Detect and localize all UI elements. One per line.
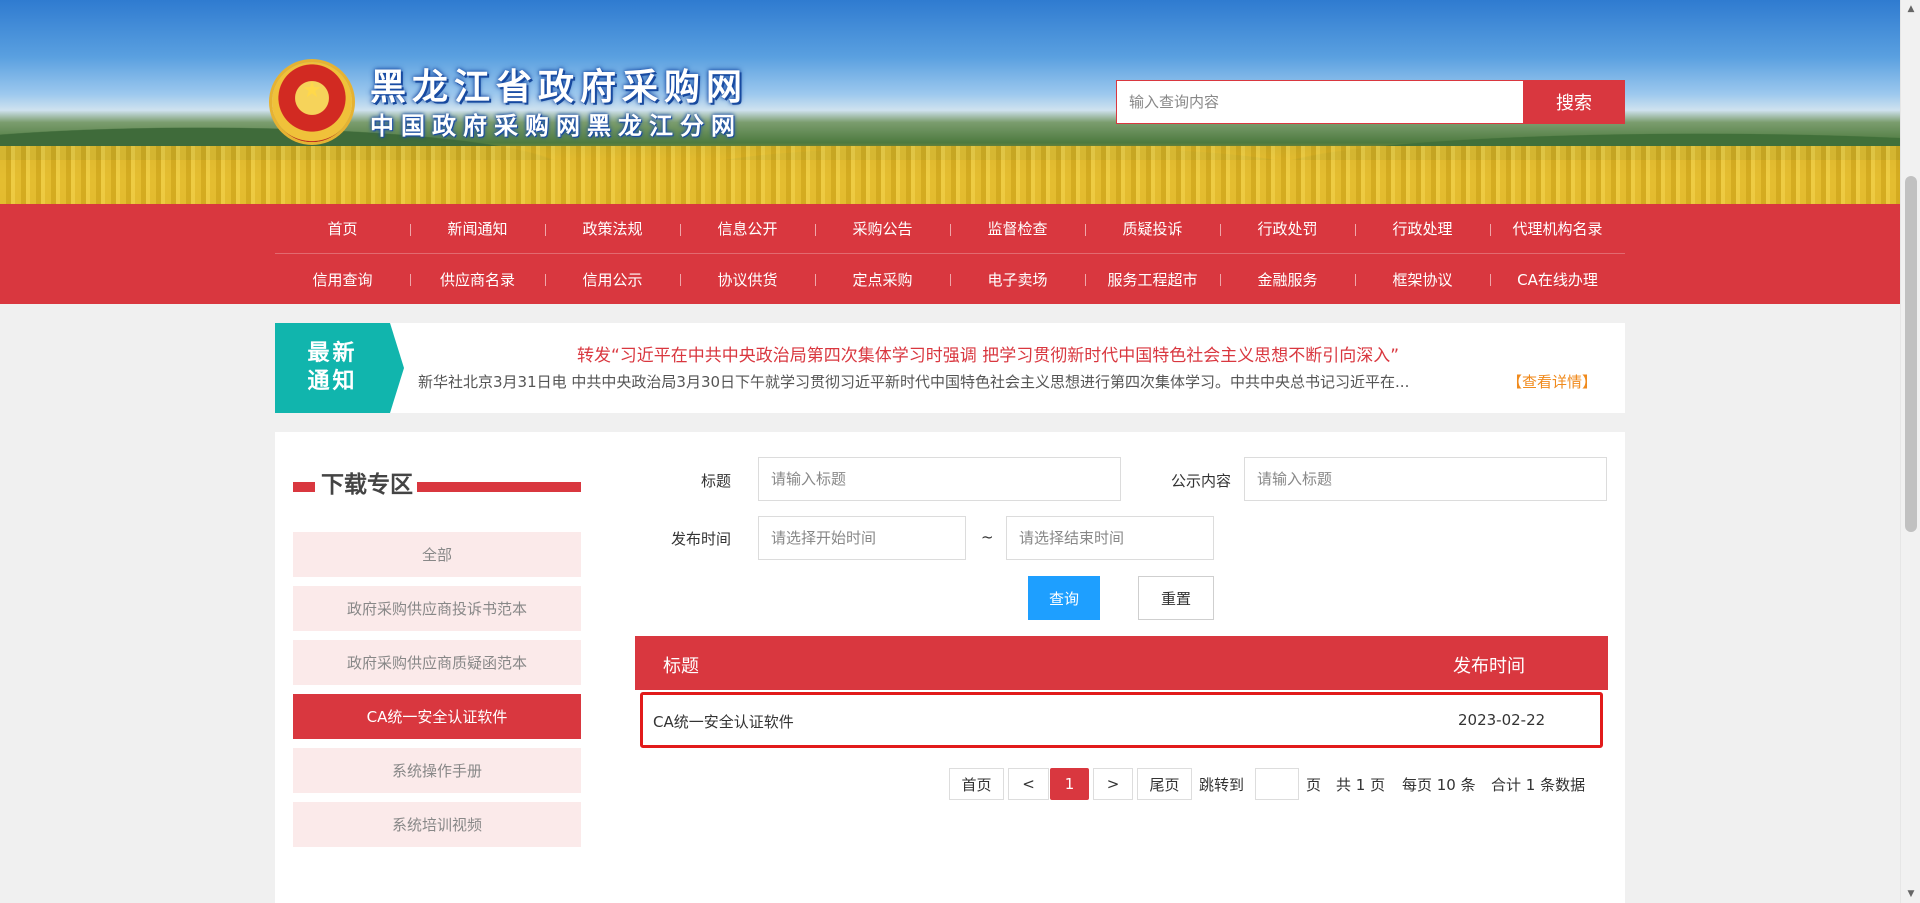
nav-item-news[interactable]: 新闻通知 (410, 204, 545, 253)
nav-item-e-mall[interactable]: 电子卖场 (950, 254, 1085, 304)
site-subtitle: 中国政府采购网黑龙江分网 (370, 112, 742, 140)
title-filter-label: 标题 (700, 472, 731, 490)
notice-arrow-icon (390, 323, 404, 413)
nav-item-framework-agreement[interactable]: 框架协议 (1355, 254, 1490, 304)
notice-badge-line2: 通知 (307, 369, 358, 394)
pager-total-records: 合计 1 条数据 (1491, 776, 1586, 794)
notice-badge-line1: 最新 (307, 341, 358, 366)
pager-jump-input[interactable] (1255, 768, 1299, 800)
nav-item-credit-publicity[interactable]: 信用公示 (545, 254, 680, 304)
search-input[interactable] (1116, 80, 1524, 124)
notice-summary: 新华社北京3月31日电 中共中央政治局3月30日下午就学习贯彻习近平新时代中国特… (418, 373, 1410, 391)
sidebar-item-all[interactable]: 全部 (293, 532, 581, 577)
site-title[interactable]: 黑龙江省政府采购网 (370, 68, 748, 108)
main-nav: 首页 新闻通知 政策法规 信息公开 采购公告 监督检查 质疑投诉 行政处罚 行政… (0, 204, 1900, 304)
table-header: 标题 发布时间 (635, 636, 1608, 690)
sidebar-item-training-video[interactable]: 系统培训视频 (293, 802, 581, 847)
nav-item-disclosure[interactable]: 信息公开 (680, 204, 815, 253)
scroll-up-arrow-icon[interactable]: ▲ (1901, 0, 1920, 18)
sidebar-title: 下载专区 (321, 472, 413, 498)
emblem-star-icon: ★ (302, 78, 322, 103)
nav-item-agency-list[interactable]: 代理机构名录 (1490, 204, 1625, 253)
title-filter-input[interactable] (758, 457, 1121, 501)
scroll-down-arrow-icon[interactable]: ▼ (1901, 885, 1920, 903)
notice-more-link[interactable]: 【查看详情】 (1507, 371, 1597, 392)
query-button[interactable]: 查询 (1028, 576, 1100, 620)
main-panel: 下载专区 全部 政府采购供应商投诉书范本 政府采购供应商质疑函范本 CA统一安全… (275, 432, 1625, 903)
nav-item-procurement-notice[interactable]: 采购公告 (815, 204, 950, 253)
nav-item-designated-procurement[interactable]: 定点采购 (815, 254, 950, 304)
pager-first-button[interactable]: 首页 (949, 768, 1004, 800)
sidebar-item-ca-software[interactable]: CA统一安全认证软件 (293, 694, 581, 739)
nav-item-home[interactable]: 首页 (275, 204, 410, 253)
nav-row-primary: 首页 新闻通知 政策法规 信息公开 采购公告 监督检查 质疑投诉 行政处罚 行政… (275, 204, 1625, 254)
banner-field (0, 146, 1900, 204)
nav-item-supplier-list[interactable]: 供应商名录 (410, 254, 545, 304)
nav-item-policy[interactable]: 政策法规 (545, 204, 680, 253)
table-row[interactable]: CA统一安全认证软件 2023-02-22 (640, 692, 1603, 748)
nav-item-agreement-supply[interactable]: 协议供货 (680, 254, 815, 304)
national-emblem-logo: ★ (272, 62, 352, 142)
row-date: 2023-02-22 (1458, 711, 1546, 729)
pager-next-button[interactable]: > (1093, 768, 1133, 800)
nav-item-ca-online[interactable]: CA在线办理 (1490, 254, 1625, 304)
content-filter-input[interactable] (1244, 457, 1607, 501)
sidebar-item-operation-manual[interactable]: 系统操作手册 (293, 748, 581, 793)
reset-button[interactable]: 重置 (1138, 576, 1214, 620)
date-filter-label: 发布时间 (670, 530, 731, 548)
notice-title-link[interactable]: 转发“习近平在中共中央政治局第四次集体学习时强调 把学习贯彻新时代中国特色社会主… (577, 341, 1577, 366)
sidebar-title-bar-right (417, 482, 581, 492)
sidebar-title-bar-left (293, 482, 315, 492)
nav-item-credit-query[interactable]: 信用查询 (275, 254, 410, 304)
nav-item-penalties[interactable]: 行政处罚 (1220, 204, 1355, 253)
pager-page-unit: 页 (1306, 776, 1322, 794)
pager-total-pages: 共 1 页 (1336, 776, 1386, 794)
nav-item-service-market[interactable]: 服务工程超市 (1085, 254, 1220, 304)
nav-item-admin-handling[interactable]: 行政处理 (1355, 204, 1490, 253)
sidebar-item-query-letter-template[interactable]: 政府采购供应商质疑函范本 (293, 640, 581, 685)
row-title-link[interactable]: CA统一安全认证软件 (653, 711, 794, 732)
nav-item-supervision[interactable]: 监督检查 (950, 204, 1085, 253)
pager-prev-button[interactable]: < (1008, 768, 1049, 800)
nav-row-secondary: 信用查询 供应商名录 信用公示 协议供货 定点采购 电子卖场 服务工程超市 金融… (275, 254, 1625, 304)
sidebar-item-complaint-template[interactable]: 政府采购供应商投诉书范本 (293, 586, 581, 631)
column-header-date: 发布时间 (1453, 656, 1525, 677)
page-scrollbar[interactable]: ▲ ▼ (1900, 0, 1920, 903)
content-filter-label: 公示内容 (1170, 472, 1231, 490)
notice-badge: 最新 通知 (275, 323, 390, 413)
pager-jump-label: 跳转到 (1199, 776, 1245, 794)
latest-notice: 最新 通知 转发“习近平在中共中央政治局第四次集体学习时强调 把学习贯彻新时代中… (275, 323, 1625, 413)
pager-per-page: 每页 10 条 (1402, 776, 1476, 794)
pager-last-button[interactable]: 尾页 (1137, 768, 1192, 800)
column-header-title: 标题 (663, 656, 699, 677)
scrollbar-thumb[interactable] (1905, 176, 1917, 532)
search-button[interactable]: 搜索 (1523, 80, 1625, 124)
sidebar-header: 下载专区 (293, 470, 581, 500)
date-range-separator: ~ (981, 528, 994, 546)
header-banner: ★ 黑龙江省政府采购网 中国政府采购网黑龙江分网 搜索 (0, 0, 1900, 204)
end-date-input[interactable] (1006, 516, 1214, 560)
pager-current-page[interactable]: 1 (1050, 768, 1089, 800)
start-date-input[interactable] (758, 516, 966, 560)
nav-item-complaints[interactable]: 质疑投诉 (1085, 204, 1220, 253)
nav-item-financial-services[interactable]: 金融服务 (1220, 254, 1355, 304)
